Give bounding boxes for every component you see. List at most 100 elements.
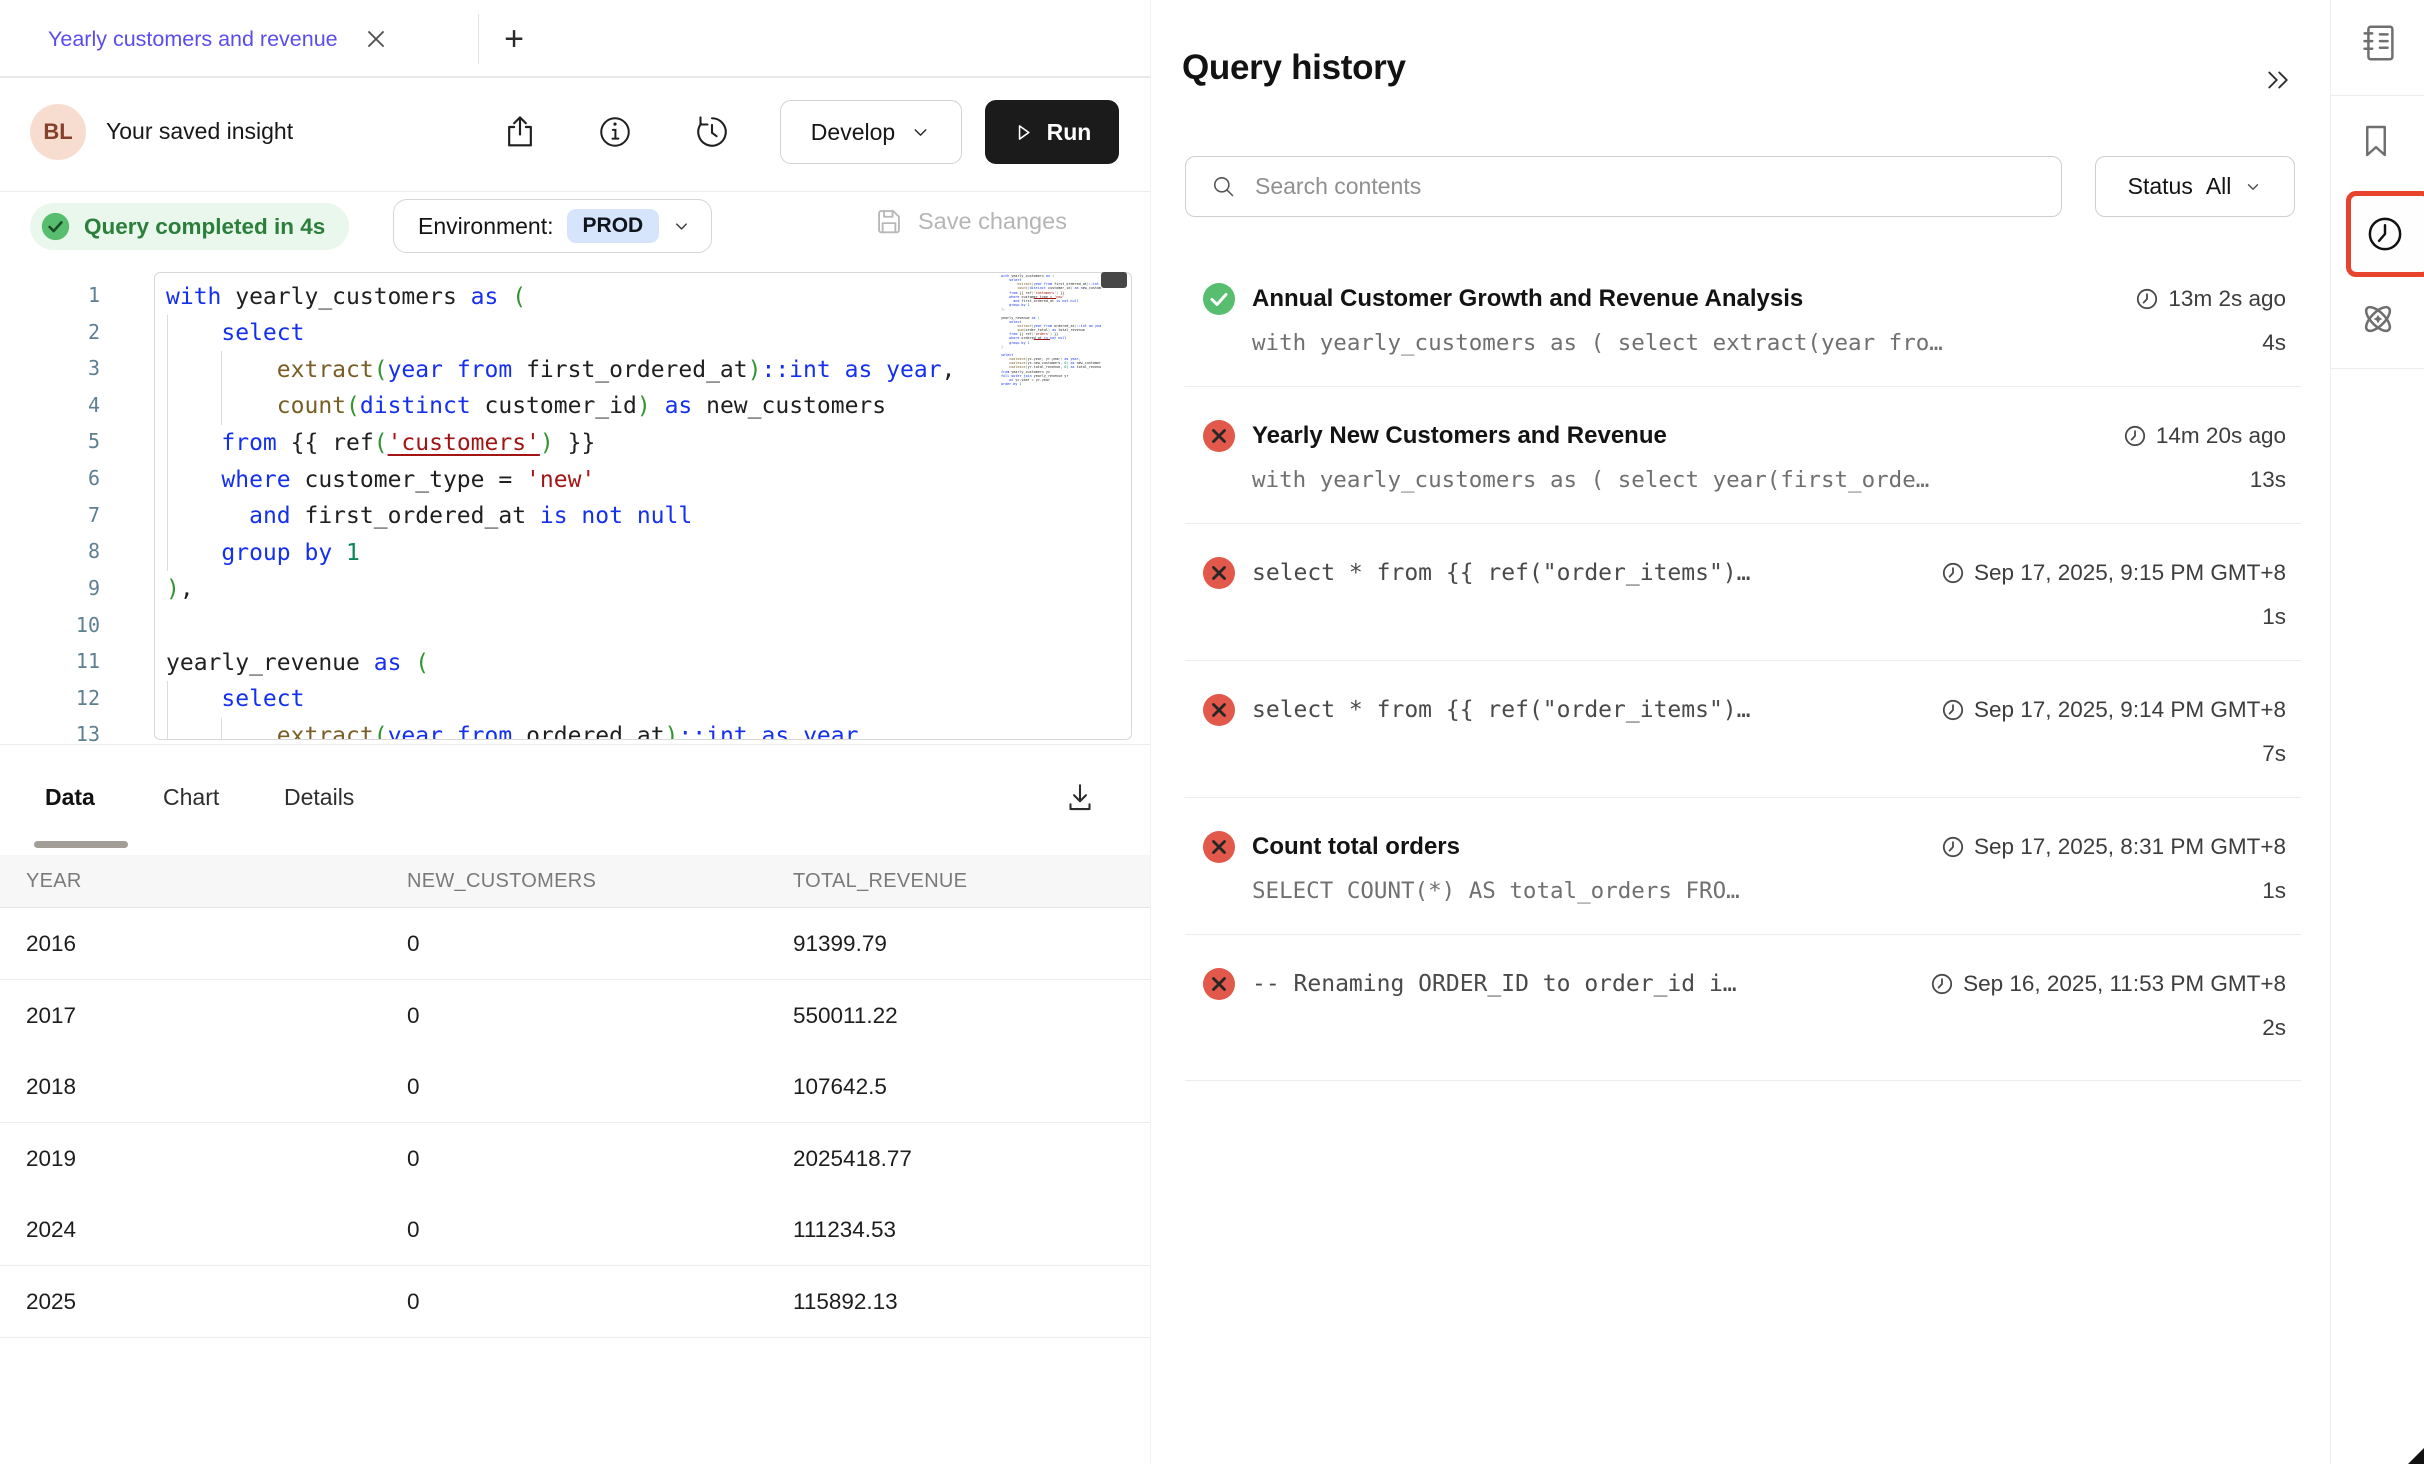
editor-scrollbar-thumb[interactable] <box>1101 272 1127 288</box>
code-line[interactable]: select <box>166 681 304 718</box>
semantic-layer-icon <box>2355 296 2401 342</box>
results-tab-data[interactable]: Data <box>45 778 95 816</box>
info-button[interactable] <box>593 110 637 154</box>
history-item-title-row[interactable]: select * from {{ ref("order_items")…Sep … <box>1252 693 2286 727</box>
table-row[interactable]: 20240111234.53 <box>0 1194 1150 1266</box>
search-icon <box>1210 173 1237 200</box>
tab-close-icon[interactable] <box>364 27 388 51</box>
code-line[interactable]: group by 1 <box>166 534 360 571</box>
save-changes-label: Save changes <box>918 208 1067 235</box>
environment-label: Environment: <box>418 213 554 240</box>
table-cell: 2018 <box>26 1051 76 1123</box>
save-changes-button[interactable]: Save changes <box>872 204 1067 238</box>
save-icon <box>872 204 906 238</box>
history-item-detail-row: SELECT COUNT(*) AS total_orders FRO…1s <box>1252 874 2286 908</box>
line-number: 4 <box>20 387 100 424</box>
share-button[interactable] <box>498 110 542 154</box>
new-tab-button[interactable]: + <box>492 17 536 61</box>
version-history-button[interactable] <box>690 110 734 154</box>
restore-history-icon <box>692 112 732 152</box>
time-text: 13m 2s ago <box>2168 286 2286 312</box>
play-icon <box>1013 122 1034 143</box>
sql-editor[interactable]: with yearly_customers as ( select extrac… <box>154 272 1132 740</box>
status-error-icon <box>1201 966 1237 1002</box>
environment-selector[interactable]: Environment: PROD <box>393 199 712 253</box>
history-item-duration: 2s <box>2262 1015 2286 1041</box>
results-tab-chart[interactable]: Chart <box>163 778 219 816</box>
code-line[interactable]: select <box>166 315 304 352</box>
history-item-title-row[interactable]: select * from {{ ref("order_items")…Sep … <box>1252 556 2286 590</box>
table-row[interactable]: 2016091399.79 <box>0 908 1150 980</box>
code-line[interactable]: with yearly_customers as ( <box>166 278 526 315</box>
clock-icon <box>1941 698 1965 722</box>
toolbar-divider <box>0 191 1150 192</box>
column-header[interactable]: TOTAL_REVENUE <box>793 855 967 908</box>
bookmark-icon[interactable] <box>2355 118 2401 164</box>
table-row[interactable]: 20170550011.22 <box>0 980 1150 1052</box>
info-icon <box>595 112 635 152</box>
line-number: 7 <box>20 497 100 534</box>
results-top-border <box>0 744 1150 745</box>
code-line[interactable]: from {{ ref('customers') }} <box>166 424 595 461</box>
time-text: 14m 20s ago <box>2156 423 2286 449</box>
history-clock-icon <box>2363 212 2407 256</box>
table-cell: 0 <box>407 1051 420 1123</box>
line-number: 5 <box>20 423 100 460</box>
history-item-title-row[interactable]: Count total ordersSep 17, 2025, 8:31 PM … <box>1252 830 2286 864</box>
table-cell: 0 <box>407 980 420 1052</box>
search-input[interactable] <box>1255 173 2037 200</box>
history-item-title-row[interactable]: Annual Customer Growth and Revenue Analy… <box>1252 282 2286 316</box>
line-number: 1 <box>20 277 100 314</box>
history-item-title: -- Renaming ORDER_ID to order_id i… <box>1252 971 1737 997</box>
notebook-list-icon[interactable] <box>2355 20 2401 66</box>
history-item-title-row[interactable]: Yearly New Customers and Revenue14m 20s … <box>1252 419 2286 453</box>
code-line[interactable]: and first_ordered_at is not null <box>166 498 692 535</box>
history-item-sql-preview: SELECT COUNT(*) AS total_orders FRO… <box>1252 878 1740 904</box>
history-item-detail-row: 2s <box>1252 1011 2286 1045</box>
download-results-button[interactable] <box>1058 776 1102 820</box>
status-error-icon <box>1201 418 1237 454</box>
table-cell: 2019 <box>26 1123 76 1195</box>
column-header[interactable]: NEW_CUSTOMERS <box>407 855 596 908</box>
table-cell: 2024 <box>26 1194 76 1266</box>
history-divider <box>1185 934 2301 935</box>
code-line[interactable]: yearly_revenue as ( <box>166 644 429 681</box>
history-item-detail-row: with yearly_customers as ( select year(f… <box>1252 463 2286 497</box>
editor-gutter: 12345678910111213 <box>20 0 100 760</box>
table-cell: 2016 <box>26 908 76 980</box>
code-line[interactable]: count(distinct customer_id) as new_custo… <box>166 388 886 425</box>
history-item-time: 13m 2s ago <box>2135 286 2286 312</box>
clock-icon <box>1930 972 1954 996</box>
error-icon <box>1201 555 1237 591</box>
status-filter-value: All <box>2206 173 2232 200</box>
table-cell: 2025 <box>26 1266 76 1338</box>
tab-bar-divider <box>478 14 479 64</box>
table-cell: 115892.13 <box>793 1266 898 1338</box>
collapse-panel-button[interactable] <box>2256 58 2300 102</box>
run-button[interactable]: Run <box>985 100 1119 164</box>
code-line[interactable]: extract(year from ordered_at)::int as ye… <box>166 717 872 740</box>
history-search[interactable] <box>1185 156 2062 217</box>
code-line[interactable]: extract(year from first_ordered_at)::int… <box>166 351 955 388</box>
table-row[interactable]: 2018 0 107642.5 <box>0 1051 1150 1123</box>
results-tab-details[interactable]: Details <box>284 778 354 816</box>
table-row[interactable]: 201902025418.77 <box>0 1123 1150 1195</box>
table-row[interactable]: 20250115892.13 <box>0 1266 1150 1338</box>
column-header[interactable]: YEAR <box>26 855 82 908</box>
history-clock-icon[interactable] <box>2363 212 2407 256</box>
status-filter-dropdown[interactable]: Status All <box>2095 156 2295 217</box>
rail-section-divider <box>2331 95 2424 96</box>
resize-corner-mark <box>2408 1448 2424 1464</box>
tab-bar: Yearly customers and revenue + <box>0 0 1150 78</box>
code-line[interactable]: where customer_type = 'new' <box>166 461 595 498</box>
app-root: Yearly customers and revenue + BL Your s… <box>0 0 2424 1464</box>
time-text: Sep 17, 2025, 9:14 PM GMT+8 <box>1974 697 2286 723</box>
editor-minimap[interactable]: with yearly_customers as ( select extrac… <box>1001 274 1101 388</box>
error-icon <box>1201 966 1237 1002</box>
semantic-layer-icon[interactable] <box>2355 296 2401 342</box>
develop-button[interactable]: Develop <box>780 100 962 164</box>
history-item-title-row[interactable]: -- Renaming ORDER_ID to order_id i…Sep 1… <box>1252 967 2286 1001</box>
code-line[interactable]: ), <box>166 571 194 608</box>
table-cell: 107642.5 <box>793 1051 887 1123</box>
chevron-down-icon <box>672 217 691 236</box>
